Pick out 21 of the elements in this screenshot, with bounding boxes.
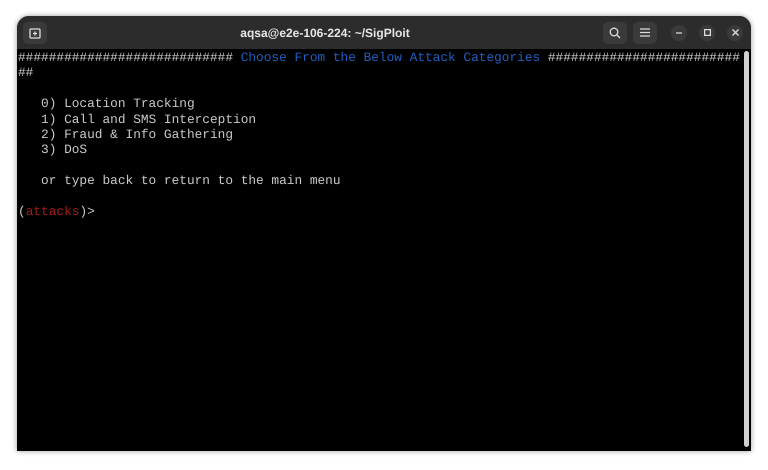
banner-line: ############################ Choose From the Below Attack Categories ########################### (18, 50, 741, 81)
terminal-line: 0) Location Tracking (40, 96, 196, 112)
minimize-icon (676, 32, 682, 34)
terminal-line: or type back to return to the main menu (40, 173, 342, 189)
window-title: aqsa@e2e-106-224: ~/SigPloit (240, 24, 410, 42)
terminal-line: 3) DoS (40, 142, 88, 158)
new-tab-button[interactable] (23, 22, 47, 44)
maximize-icon (704, 29, 710, 36)
scrollbar-thumb[interactable] (744, 51, 748, 447)
close-button[interactable] (727, 24, 743, 40)
terminal-line: 2) Fraud & Info Gathering (40, 127, 234, 142)
search-button[interactable] (603, 22, 627, 44)
new-tab-icon (29, 26, 41, 38)
menu-icon (640, 28, 650, 37)
shell-prompt: (attacks)> (18, 204, 96, 220)
maximize-button[interactable] (699, 24, 715, 40)
terminal-line: 1) Call and SMS Interception (40, 112, 258, 128)
close-icon (732, 29, 738, 36)
search-icon (609, 26, 621, 38)
minimize-button[interactable] (671, 24, 687, 40)
menu-button[interactable] (633, 22, 657, 44)
